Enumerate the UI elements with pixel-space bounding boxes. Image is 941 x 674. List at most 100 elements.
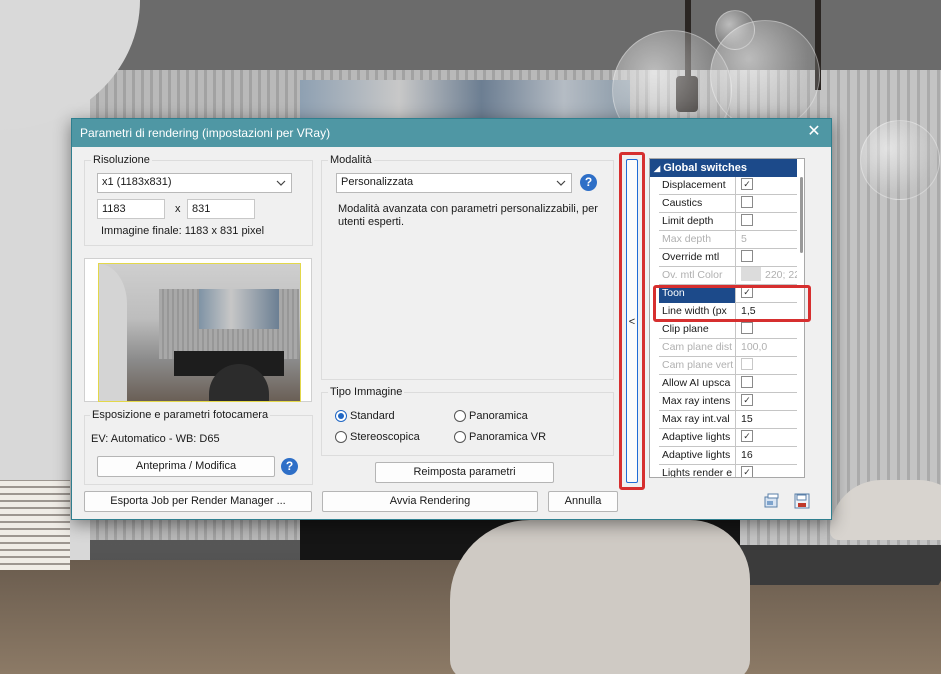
- checkbox-empty[interactable]: [741, 196, 753, 209]
- render-settings-dialog: Parametri di rendering (impostazioni per…: [71, 118, 832, 520]
- property-name: Adaptive lights: [659, 429, 736, 447]
- property-checkbox[interactable]: ✓: [739, 177, 797, 195]
- dialog-title: Parametri di rendering (impostazioni per…: [80, 126, 331, 140]
- radio-panoramica[interactable]: Panoramica: [454, 410, 528, 422]
- checkbox-empty[interactable]: [741, 322, 753, 335]
- close-button[interactable]: ✕: [805, 123, 823, 141]
- mode-help-icon[interactable]: ?: [580, 174, 597, 191]
- cancel-button[interactable]: Annulla: [548, 491, 618, 512]
- property-row[interactable]: Adaptive lights 16: [659, 447, 797, 465]
- property-value[interactable]: 16: [739, 447, 797, 465]
- property-row[interactable]: Allow AI upsca: [659, 375, 797, 393]
- property-name: Max depth: [659, 231, 736, 249]
- property-row[interactable]: Caustics: [659, 195, 797, 213]
- property-row[interactable]: Max ray int.val 15: [659, 411, 797, 429]
- load-settings-icon[interactable]: [764, 493, 780, 509]
- preview-image: [98, 263, 301, 402]
- image-type-group: Tipo Immagine: [321, 386, 614, 456]
- property-value[interactable]: 15: [739, 411, 797, 429]
- property-checkbox[interactable]: ✓: [739, 393, 797, 411]
- checkmark-icon[interactable]: ✓: [741, 178, 753, 191]
- mode-select[interactable]: Personalizzata: [336, 173, 572, 193]
- collapse-panel-highlight: <: [619, 152, 645, 490]
- property-name: Ov. mtl Color: [659, 267, 736, 285]
- chevron-down-icon: [556, 180, 566, 186]
- reset-parameters-button[interactable]: Reimposta parametri: [375, 462, 554, 483]
- property-row[interactable]: Adaptive lights ✓: [659, 429, 797, 447]
- resolution-label: Risoluzione: [91, 154, 152, 166]
- property-name: Cam plane dist: [659, 339, 736, 357]
- property-checkbox[interactable]: ✓: [739, 429, 797, 447]
- radio-indicator: [335, 431, 347, 443]
- property-checkbox[interactable]: ✓: [739, 465, 797, 477]
- property-checkbox[interactable]: [739, 357, 797, 375]
- image-type-label: Tipo Immagine: [328, 386, 405, 398]
- start-rendering-button[interactable]: Avvia Rendering: [322, 491, 538, 512]
- global-switches-header[interactable]: ◢ Global switches: [650, 159, 797, 177]
- property-checkbox[interactable]: [739, 195, 797, 213]
- property-row[interactable]: Lights render e ✓: [659, 465, 797, 477]
- collapse-button[interactable]: <: [626, 159, 638, 483]
- checkbox-empty[interactable]: [741, 214, 753, 227]
- property-row[interactable]: Cam plane dist 100,0: [659, 339, 797, 357]
- property-name: Allow AI upsca: [659, 375, 736, 393]
- property-value: 220; 220: [765, 269, 797, 281]
- checkbox-empty[interactable]: [741, 358, 753, 371]
- radio-panoramica-vr[interactable]: Panoramica VR: [454, 431, 546, 443]
- mode-description: Modalità avanzata con parametri personal…: [338, 203, 598, 228]
- property-row[interactable]: Clip plane: [659, 321, 797, 339]
- checkmark-icon[interactable]: ✓: [741, 466, 753, 477]
- exposure-label: Esposizione e parametri fotocamera: [90, 409, 271, 421]
- property-row[interactable]: Ov. mtl Color 220; 220: [659, 267, 797, 285]
- height-input[interactable]: 831: [187, 199, 255, 219]
- size-separator: x: [175, 203, 181, 215]
- radio-standard[interactable]: Standard: [335, 410, 395, 422]
- final-image-size: Immagine finale: 1183 x 831 pixel: [101, 225, 265, 237]
- property-row[interactable]: Cam plane vert: [659, 357, 797, 375]
- mode-group: Modalità: [321, 154, 614, 380]
- property-name: Adaptive lights: [659, 447, 736, 465]
- export-job-button[interactable]: Esporta Job per Render Manager ...: [84, 491, 312, 512]
- checkmark-icon[interactable]: ✓: [741, 430, 753, 443]
- radio-stereoscopica[interactable]: Stereoscopica: [335, 431, 420, 443]
- checkbox-empty[interactable]: [741, 250, 753, 263]
- render-preview: [84, 258, 312, 402]
- title-bar: Parametri di rendering (impostazioni per…: [72, 119, 831, 147]
- property-value[interactable]: 100,0: [739, 339, 797, 357]
- save-settings-icon[interactable]: [794, 493, 810, 509]
- property-checkbox[interactable]: [739, 249, 797, 267]
- radio-indicator: [454, 410, 466, 422]
- property-name: Limit depth: [659, 213, 736, 231]
- checkbox-empty[interactable]: [741, 376, 753, 389]
- property-value[interactable]: 5: [739, 231, 797, 249]
- property-name: Cam plane vert: [659, 357, 736, 375]
- property-row[interactable]: Max depth 5: [659, 231, 797, 249]
- scrollbar[interactable]: [799, 177, 804, 477]
- resolution-select[interactable]: x1 (1183x831): [97, 173, 292, 193]
- chevron-down-icon: [276, 180, 286, 186]
- scrollbar-thumb[interactable]: [800, 177, 803, 253]
- property-row[interactable]: Max ray intens ✓: [659, 393, 797, 411]
- property-name: Caustics: [659, 195, 736, 213]
- mode-label: Modalità: [328, 154, 374, 166]
- exposure-help-icon[interactable]: ?: [281, 458, 298, 475]
- property-checkbox[interactable]: [739, 321, 797, 339]
- width-input[interactable]: 1183: [97, 199, 165, 219]
- radio-indicator: [454, 431, 466, 443]
- checkmark-icon[interactable]: ✓: [741, 394, 753, 407]
- property-color[interactable]: 220; 220: [739, 267, 797, 285]
- property-name: Override mtl: [659, 249, 736, 267]
- property-checkbox[interactable]: [739, 375, 797, 393]
- exposure-value: EV: Automatico - WB: D65: [91, 433, 220, 445]
- property-name: Lights render e: [659, 465, 736, 477]
- property-name: Max ray int.val: [659, 411, 736, 429]
- property-checkbox[interactable]: [739, 213, 797, 231]
- property-row[interactable]: Limit depth: [659, 213, 797, 231]
- property-row[interactable]: Override mtl: [659, 249, 797, 267]
- preview-edit-button[interactable]: Anteprima / Modifica: [97, 456, 275, 477]
- expand-triangle-icon: ◢: [654, 164, 661, 173]
- property-row[interactable]: Displacement ✓: [659, 177, 797, 195]
- color-swatch: [741, 267, 761, 282]
- property-name: Max ray intens: [659, 393, 736, 411]
- property-name: Clip plane: [659, 321, 736, 339]
